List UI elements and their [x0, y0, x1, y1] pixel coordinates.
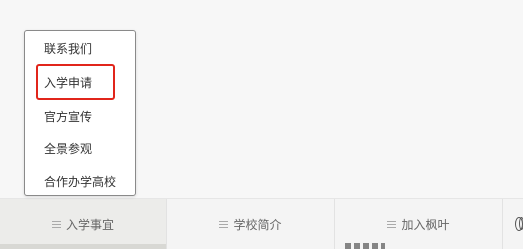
tab-label: 学校简介	[233, 217, 282, 232]
tab-label: 入学事宜	[65, 217, 114, 232]
menu-item-admission-application[interactable]: 入学申请	[44, 76, 92, 90]
tab-language[interactable]	[502, 199, 523, 249]
popup-menu: 联系我们 入学申请 官方宣传 全景参观 合作办学高校	[24, 30, 136, 196]
menu-lines-icon	[387, 220, 397, 228]
menu-item-official-promotion[interactable]: 官方宣传	[44, 110, 92, 124]
menu-lines-icon	[219, 220, 229, 228]
menu-item-contact-us[interactable]: 联系我们	[44, 42, 92, 56]
tab-admission-matters[interactable]: 入学事宜	[0, 199, 166, 249]
menu-lines-icon	[51, 220, 61, 228]
bottom-nav: 入学事宜 学校简介 加入枫叶	[0, 198, 523, 249]
tab-join-maple-leaf[interactable]: 加入枫叶	[334, 199, 502, 249]
tab-label: 加入枫叶	[401, 217, 450, 232]
globe-icon	[515, 217, 523, 231]
content-strip	[0, 244, 166, 249]
menu-item-panoramic-tour[interactable]: 全景参观	[44, 142, 92, 156]
tab-school-introduction[interactable]: 学校简介	[166, 199, 334, 249]
menu-item-partner-universities[interactable]: 合作办学高校	[44, 175, 116, 189]
content-text-fragment	[345, 243, 385, 249]
